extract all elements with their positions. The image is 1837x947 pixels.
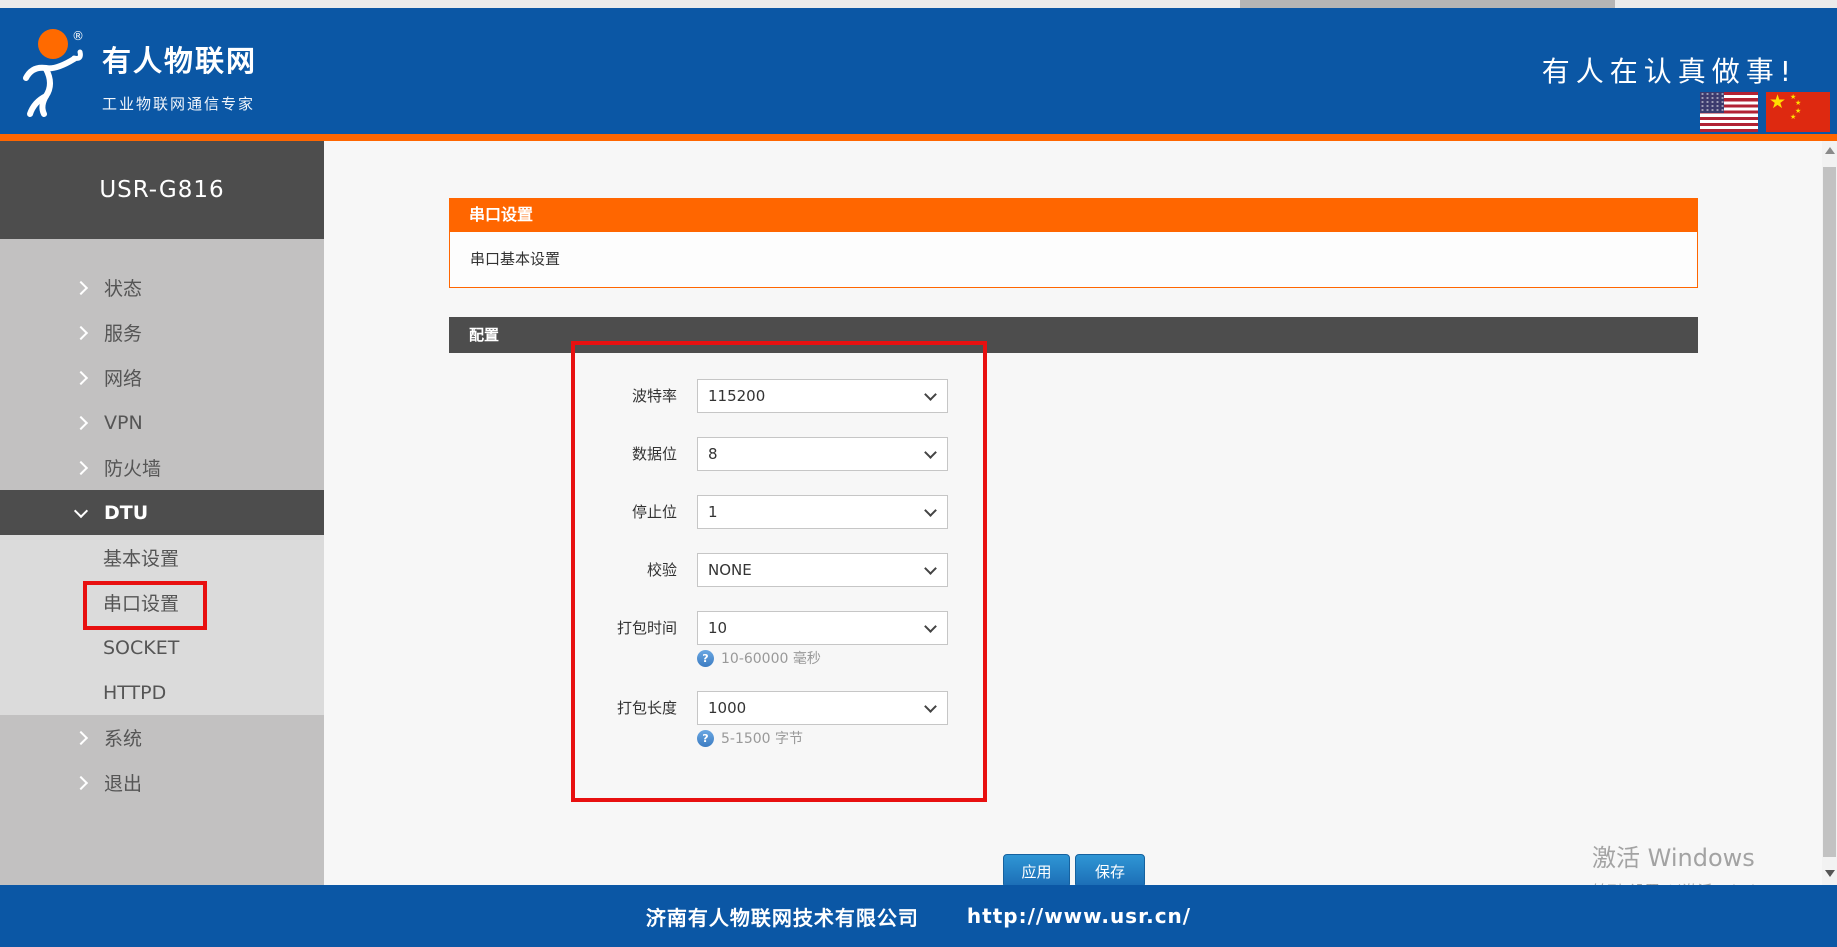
packing-time-select-wrap: 10 xyxy=(697,611,948,645)
cn-flag-small-star: ★ xyxy=(1790,113,1796,121)
sidebar-item-vpn[interactable]: VPN xyxy=(0,400,324,445)
packing-time-hint: ? 10-60000 毫秒 xyxy=(697,648,821,668)
baud-rate-select[interactable]: 115200 xyxy=(697,379,948,413)
data-bits-label: 数据位 xyxy=(449,437,677,471)
sidebar-item-basic-settings[interactable]: 基本设置 xyxy=(0,535,324,580)
page-title: 串口设置 xyxy=(449,198,1698,232)
footer-company: 济南有人物联网技术有限公司 xyxy=(646,902,919,931)
page-subtitle: 串口基本设置 xyxy=(449,232,1698,288)
hint-text: 5-1500 字节 xyxy=(721,728,803,748)
chevron-right-icon xyxy=(74,730,88,744)
us-flag-canton xyxy=(1700,92,1724,113)
top-header: ® 有人物联网 工业物联网通信专家 有人在认真做事! ★ ★ ★ ★ ★ xyxy=(0,8,1837,134)
sidebar-item-label: HTTPD xyxy=(103,682,166,704)
packing-time-label: 打包时间 xyxy=(449,611,677,645)
us-flag-icon[interactable] xyxy=(1700,92,1758,132)
parity-label: 校验 xyxy=(449,553,677,587)
footer: 济南有人物联网技术有限公司 http://www.usr.cn/ xyxy=(0,885,1837,947)
packing-length-select-wrap: 1000 xyxy=(697,691,948,725)
chevron-right-icon xyxy=(74,370,88,384)
sidebar-item-label: SOCKET xyxy=(103,637,179,659)
scrollbar-up-arrow-icon[interactable] xyxy=(1825,147,1835,154)
sidebar-item-httpd[interactable]: HTTPD xyxy=(0,670,324,715)
save-button[interactable]: 保存 xyxy=(1075,854,1145,888)
sidebar-item-label: 退出 xyxy=(104,769,142,796)
watermark-line1: 激活 Windows xyxy=(1592,838,1799,873)
scrollbar-thumb[interactable] xyxy=(1823,167,1836,857)
sidebar-item-logout[interactable]: 退出 xyxy=(0,760,324,805)
packing-length-label: 打包长度 xyxy=(449,691,677,725)
help-icon[interactable]: ? xyxy=(697,650,714,667)
chevron-right-icon xyxy=(74,775,88,789)
sidebar-item-label: 防火墙 xyxy=(104,454,161,481)
sidebar-item-label: 串口设置 xyxy=(103,589,179,616)
scrollbar-down-arrow-icon[interactable] xyxy=(1825,870,1835,877)
header-slogan: 有人在认真做事! xyxy=(1542,50,1797,90)
chevron-right-icon xyxy=(74,415,88,429)
brand-tagline: 工业物联网通信专家 xyxy=(102,93,257,114)
sidebar-item-label: 基本设置 xyxy=(103,544,179,571)
section-title-config: 配置 xyxy=(449,317,1698,353)
browser-edge-segment xyxy=(1240,0,1615,8)
sidebar-item-socket[interactable]: SOCKET xyxy=(0,625,324,670)
sidebar-item-system[interactable]: 系统 xyxy=(0,715,324,760)
dtu-submenu: 基本设置 串口设置 SOCKET HTTPD xyxy=(0,535,324,715)
packing-length-select[interactable]: 1000 xyxy=(697,691,948,725)
sidebar-item-serial-settings[interactable]: 串口设置 xyxy=(0,580,324,625)
parity-select[interactable]: NONE xyxy=(697,553,948,587)
sidebar-item-firewall[interactable]: 防火墙 xyxy=(0,445,324,490)
page: ® 有人物联网 工业物联网通信专家 有人在认真做事! ★ ★ ★ ★ ★ USR… xyxy=(0,0,1837,947)
sidebar-item-label: 状态 xyxy=(104,274,142,301)
hint-text: 10-60000 毫秒 xyxy=(721,648,821,668)
sidebar-item-label: DTU xyxy=(104,502,148,524)
data-bits-select[interactable]: 8 xyxy=(697,437,948,471)
sidebar-item-services[interactable]: 服务 xyxy=(0,310,324,355)
cn-flag-small-star: ★ xyxy=(1795,99,1801,107)
data-bits-select-wrap: 8 xyxy=(697,437,948,471)
sidebar-item-network[interactable]: 网络 xyxy=(0,355,324,400)
cn-flag-icon[interactable]: ★ ★ ★ ★ ★ xyxy=(1766,92,1830,132)
chevron-right-icon xyxy=(74,460,88,474)
chevron-right-icon xyxy=(74,325,88,339)
sidebar-item-label: 系统 xyxy=(104,724,142,751)
footer-url[interactable]: http://www.usr.cn/ xyxy=(967,904,1191,928)
help-icon[interactable]: ? xyxy=(697,730,714,747)
vertical-scrollbar[interactable] xyxy=(1822,141,1837,885)
brand-name: 有人物联网 xyxy=(102,38,257,80)
baud-rate-label: 波特率 xyxy=(449,379,677,413)
packing-length-hint: ? 5-1500 字节 xyxy=(697,728,803,748)
accent-divider xyxy=(0,134,1837,141)
sidebar-spacer xyxy=(0,239,324,265)
device-model-title: USR-G816 xyxy=(0,141,324,239)
sidebar-item-dtu[interactable]: DTU xyxy=(0,490,324,535)
chevron-right-icon xyxy=(74,280,88,294)
cn-flag-star-icon: ★ xyxy=(1769,92,1786,113)
apply-button[interactable]: 应用 xyxy=(1003,854,1070,888)
sidebar-item-label: 服务 xyxy=(104,319,142,346)
usr-logo-icon: ® xyxy=(16,26,98,122)
stop-bits-label: 停止位 xyxy=(449,495,677,529)
sidebar: USR-G816 状态 服务 网络 VPN 防火墙 DTU 基本设置 xyxy=(0,141,324,885)
brand-block: 有人物联网 工业物联网通信专家 xyxy=(102,38,257,114)
registered-mark: ® xyxy=(72,29,84,43)
sidebar-filler xyxy=(0,805,324,885)
sidebar-item-label: VPN xyxy=(104,412,143,434)
sidebar-item-status[interactable]: 状态 xyxy=(0,265,324,310)
parity-select-wrap: NONE xyxy=(697,553,948,587)
stop-bits-select-wrap: 1 xyxy=(697,495,948,529)
browser-edge-strip xyxy=(0,0,1837,8)
sidebar-item-label: 网络 xyxy=(104,364,142,391)
stop-bits-select[interactable]: 1 xyxy=(697,495,948,529)
packing-time-select[interactable]: 10 xyxy=(697,611,948,645)
chevron-down-icon xyxy=(74,503,88,517)
baud-rate-select-wrap: 115200 xyxy=(697,379,948,413)
